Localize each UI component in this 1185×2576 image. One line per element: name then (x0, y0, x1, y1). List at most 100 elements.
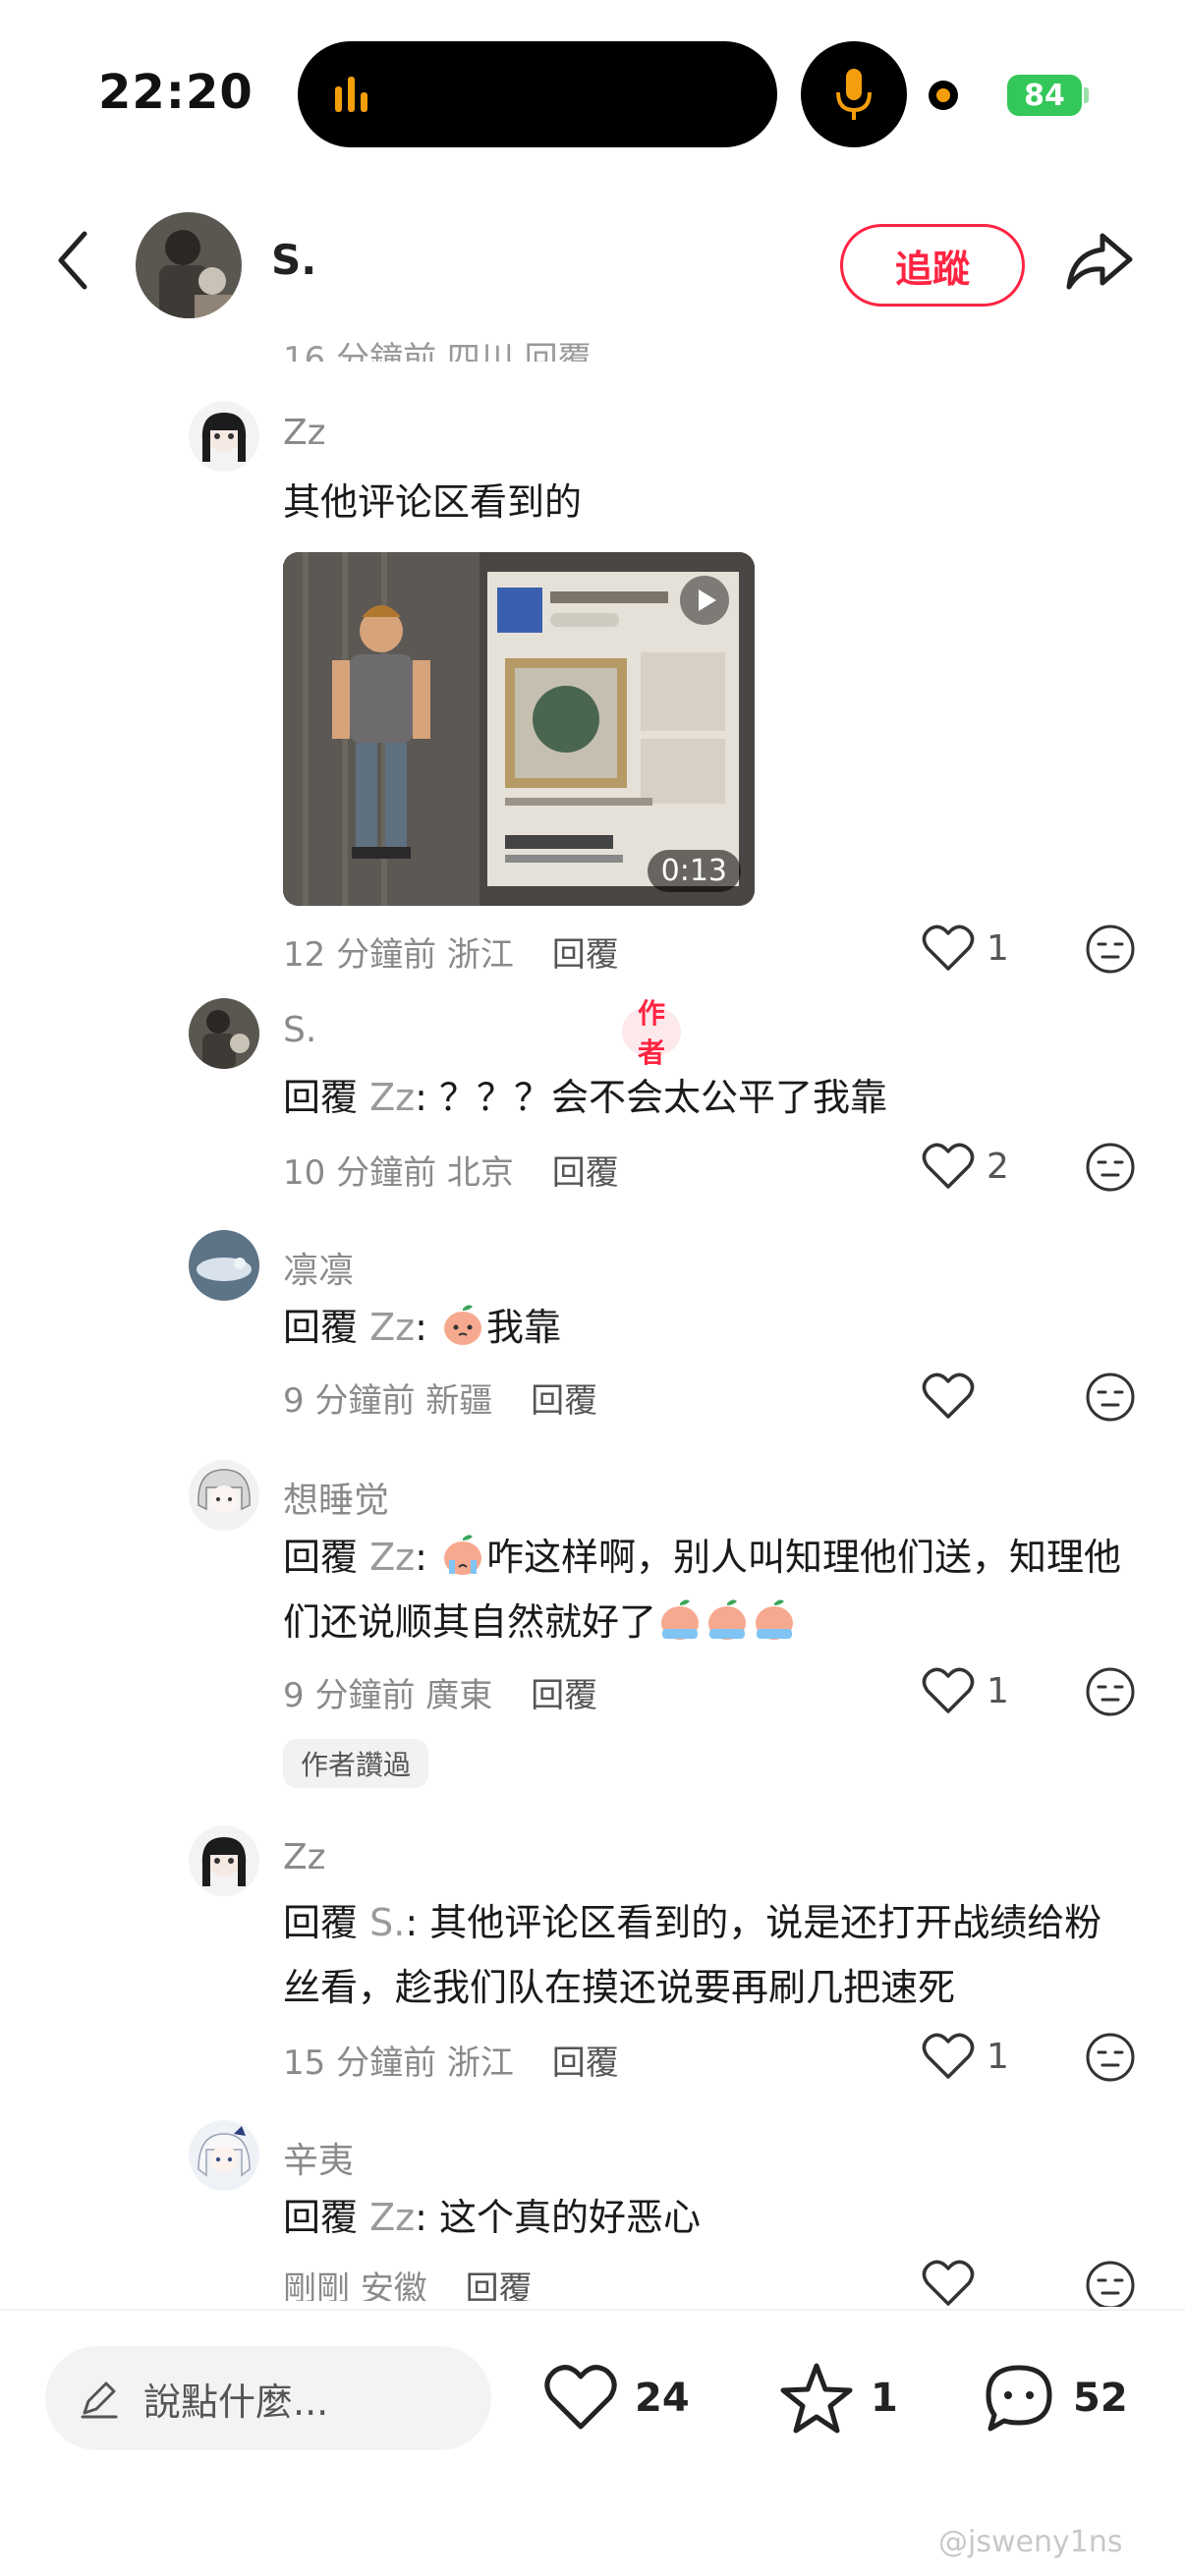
avatar[interactable] (189, 401, 259, 472)
crying-peach-emoji-icon (443, 1535, 481, 1575)
comment-time: 9 分鐘前 (283, 1381, 416, 1421)
avatar-image (189, 1825, 259, 1896)
comment-meta: 15 分鐘前 浙江 回覆 (283, 2036, 619, 2084)
comments-button[interactable]: 52 (981, 2360, 1128, 2436)
comment-meta: 9 分鐘前 新疆 回覆 (283, 1373, 597, 1422)
emoji-react-icon[interactable] (1085, 2260, 1136, 2307)
avatar-image (136, 212, 242, 318)
reply-to-user[interactable]: Zz (369, 2196, 415, 2239)
peach-face-emoji-icon (443, 1305, 481, 1345)
reply-prefix: 回覆 (283, 1076, 359, 1119)
crying-peach-emoji-icon (708, 1599, 747, 1640)
dynamic-island (298, 41, 777, 147)
author-badge: 作者 (622, 997, 682, 1069)
audio-bars-icon (335, 77, 367, 112)
comment-time: 9 分鐘前 (283, 1676, 416, 1715)
like-post-button[interactable]: 24 (542, 2360, 690, 2436)
status-bar: 22:20 84 (0, 0, 1185, 187)
comment-count: 52 (1073, 2376, 1128, 2421)
reply-button[interactable]: 回覆 (552, 2044, 619, 2083)
comment-location: 北京 (446, 1153, 514, 1193)
heart-icon (544, 2365, 617, 2430)
like-button[interactable]: 2 (922, 1142, 1009, 1191)
reply-prefix: 回覆 (283, 2196, 359, 2239)
back-icon[interactable] (49, 226, 98, 295)
reply-button[interactable]: 回覆 (531, 1381, 597, 1421)
comment-time: 10 分鐘前 (283, 1153, 437, 1193)
reply-prefix: 回覆 (283, 1536, 359, 1579)
like-count: 1 (987, 927, 1009, 969)
reply-button[interactable]: 回覆 (552, 1153, 619, 1193)
avatar[interactable] (189, 2120, 259, 2191)
crying-peach-emoji-icon (661, 1599, 700, 1640)
comment-author-name[interactable]: S. (283, 1010, 316, 1050)
follow-button[interactable]: 追蹤 (840, 224, 1025, 307)
emoji-react-icon[interactable] (1085, 1372, 1136, 1423)
comment-author[interactable]: Zz (283, 1837, 326, 1877)
comment-meta: 剛剛 安徽 回覆 (283, 2262, 533, 2301)
battery-indicator: 84 (1007, 75, 1082, 116)
like-button[interactable]: 1 (922, 2032, 1009, 2081)
heart-icon (922, 2033, 975, 2079)
microphone-indicator (801, 41, 907, 147)
avatar[interactable] (189, 1825, 259, 1896)
play-icon[interactable] (680, 576, 729, 625)
avatar[interactable] (189, 1460, 259, 1531)
emoji-react-icon[interactable] (1085, 2032, 1136, 2083)
like-button[interactable] (922, 1372, 987, 1421)
heart-icon (922, 1372, 975, 1419)
comment-author[interactable]: 凛凛 (283, 1242, 354, 1293)
emoji-react-icon[interactable] (1085, 924, 1136, 975)
heart-icon (922, 924, 975, 971)
star-icon (780, 2363, 853, 2434)
emoji-react-icon[interactable] (1085, 1666, 1136, 1717)
avatar[interactable] (189, 998, 259, 1069)
heart-icon (922, 1143, 975, 1189)
reply-to-user[interactable]: S. (369, 1901, 405, 1944)
comment-input[interactable]: 說點什麼... (45, 2346, 491, 2450)
reply-to-user[interactable]: Zz (369, 1536, 415, 1579)
like-button[interactable] (922, 2260, 987, 2307)
watermark: @jsweny1ns (938, 2525, 1123, 2559)
comment-input-placeholder: 說點什麼... (143, 2380, 329, 2424)
like-button[interactable]: 1 (922, 1666, 1009, 1715)
comment-location: 浙江 (446, 935, 514, 975)
comment-meta: 9 分鐘前 廣東 回覆 (283, 1668, 597, 1716)
reply-prefix: 回覆 (283, 1901, 359, 1944)
reply-button[interactable]: 回覆 (531, 1676, 597, 1715)
emoji-react-icon[interactable] (1085, 1142, 1136, 1193)
comment-text: 回覆 Zz: ？？？会不会太公平了我靠 (283, 1065, 1128, 1130)
reply-to-user[interactable]: Zz (369, 1076, 415, 1119)
microphone-icon (836, 69, 872, 120)
comment-author[interactable]: 想睡觉 (283, 1472, 389, 1523)
comment-body: : 其他评论区看到的，说是还打开战绩给粉丝看，趁我们队在摸还说要再刷几把速死 (283, 1901, 1102, 2009)
comment-video[interactable]: 0:13 (283, 552, 755, 906)
comment-author: S. 作者 (283, 997, 682, 1069)
avatar[interactable] (136, 212, 242, 318)
comment-text: 回覆 S.: 其他评论区看到的，说是还打开战绩给粉丝看，趁我们队在摸还说要再刷几… (283, 1890, 1128, 2020)
comment-author[interactable]: Zz (283, 413, 326, 453)
comment-location: 新疆 (425, 1381, 493, 1421)
comment-author[interactable]: 辛夷 (283, 2132, 354, 2183)
crying-peach-emoji-icon (756, 1599, 794, 1640)
like-button[interactable]: 1 (922, 924, 1009, 973)
reply-button[interactable]: 回覆 (466, 2269, 533, 2301)
avatar-image (189, 1460, 259, 1531)
comment-body: : ？？？会不会太公平了我靠 (415, 1076, 887, 1119)
battery-level: 84 (1024, 78, 1065, 113)
like-count: 1 (987, 1670, 1009, 1711)
heart-icon (922, 1667, 975, 1713)
comment-time: 12 分鐘前 (283, 935, 437, 975)
reply-button[interactable]: 回覆 (552, 935, 619, 975)
favorite-button[interactable]: 1 (778, 2360, 898, 2436)
post-like-count: 24 (635, 2376, 690, 2421)
like-count: 1 (987, 2036, 1009, 2077)
like-count: 2 (987, 1146, 1009, 1187)
video-duration: 0:13 (647, 850, 741, 892)
comment-location: 廣東 (425, 1676, 493, 1715)
comment-text: 回覆 Zz: 咋这样啊，别人叫知理他们送，知理他们还说顺其自然就好了 (283, 1525, 1128, 1654)
header-name[interactable]: S. (271, 236, 316, 284)
avatar[interactable] (189, 1230, 259, 1301)
share-icon[interactable] (1063, 226, 1136, 295)
reply-to-user[interactable]: Zz (369, 1306, 415, 1349)
